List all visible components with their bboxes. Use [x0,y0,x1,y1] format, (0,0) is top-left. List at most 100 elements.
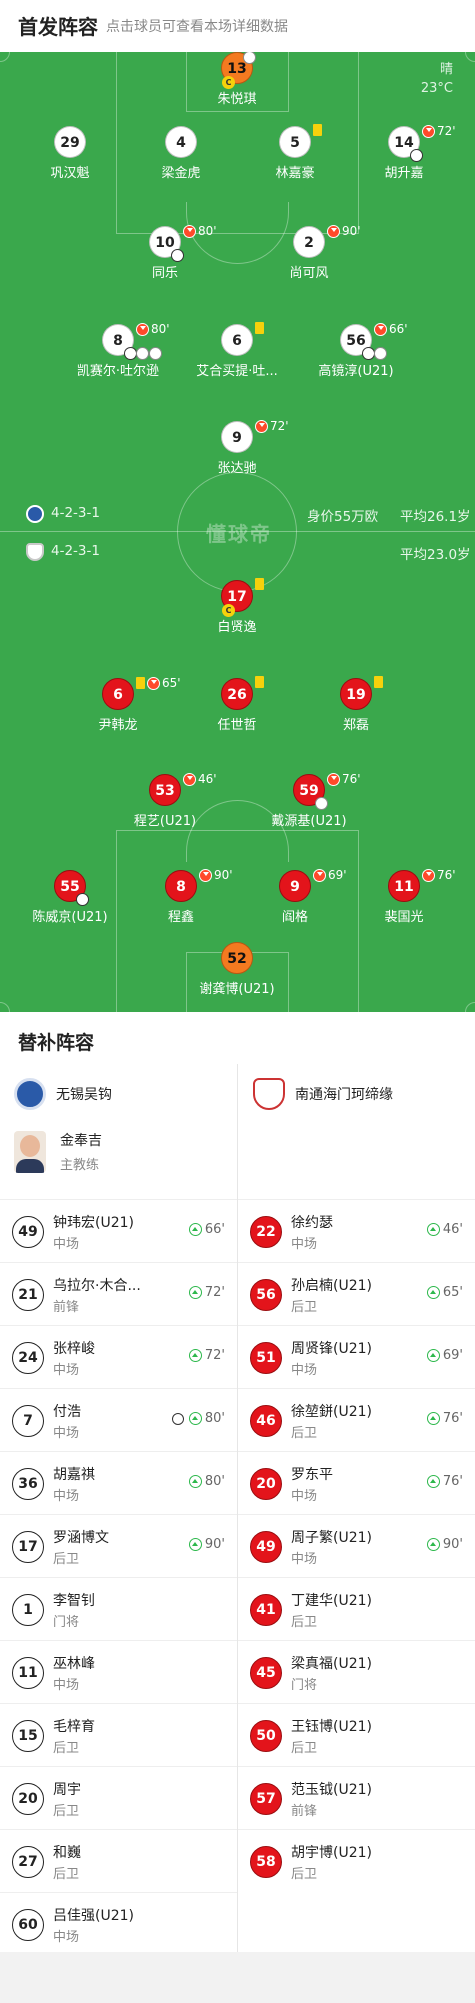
player-position: 后卫 [291,1615,318,1630]
player-away-rb[interactable]: 11 76' 裴国光 [344,868,464,925]
bench-player-row[interactable]: 15 毛梓育 后卫 [0,1703,237,1766]
player-position: 中场 [53,1489,80,1504]
bench-player-row[interactable]: 17 罗涵博文 后卫 90' [0,1514,237,1577]
bench-player-row[interactable]: 22 徐约瑟 中场 46' [238,1199,475,1262]
sub-in-info: 72' [188,1285,225,1300]
player-events: 66' [374,322,408,336]
player-away-cb1[interactable]: 8 90' 程鑫 [121,868,241,925]
player-name: 王钰博(U21) [291,1719,372,1735]
player-events: 90' [199,868,233,882]
player-events [313,124,322,136]
bench-player-row[interactable]: 49 周子繁(U21) 中场 90' [238,1514,475,1577]
player-home-cb1[interactable]: 4 梁金虎 [121,126,241,181]
bench-player-row[interactable]: 7 付浩 中场 80' [0,1388,237,1451]
sub-in-info: 76' [426,1411,463,1426]
bench-player-row[interactable]: 41 丁建华(U21) 后卫 [238,1577,475,1640]
bench-player-row[interactable]: 1 李智钊 门将 [0,1577,237,1640]
sub-minute: 72' [204,1348,225,1363]
assist-icon [315,797,328,810]
player-away-dm1[interactable]: 53 46' 程艺(U21) [105,772,225,829]
player-home-gk[interactable]: 13 C 朱悦琪 [177,52,297,107]
player-name: 阎格 [281,910,308,925]
home-coach[interactable]: 金奉吉 主教练 [14,1130,102,1173]
player-away-cb2[interactable]: 9 69' 阎格 [235,868,355,925]
bench-player-row[interactable]: 58 胡宇博(U21) 后卫 [238,1829,475,1892]
player-home-dm2[interactable]: 2 90' 尚可风 [249,224,369,281]
bench-player-row[interactable]: 24 张梓峻 中场 72' [0,1325,237,1388]
bench-player-row[interactable]: 46 徐堃鉼(U21) 后卫 76' [238,1388,475,1451]
player-events [255,578,264,590]
sub-in-icon [188,1538,202,1551]
sub-minute: 80' [198,224,217,238]
goal-ball-icon [171,1412,184,1425]
assist-icon [149,347,162,360]
bench-player-row[interactable]: 56 孙启楠(U21) 后卫 65' [238,1262,475,1325]
player-position: 门将 [53,1615,80,1630]
sub-in-info: 80' [188,1474,225,1489]
goal-ball-icon [171,249,184,262]
player-home-am2[interactable]: 6 艾合买提·吐... [177,322,297,379]
player-away-am1[interactable]: 6 65' 尹韩龙 [58,676,180,733]
player-away-gk[interactable]: 52 谢龚博(U21) [177,942,297,997]
player-home-dm1[interactable]: 10 80' 同乐 [105,224,225,281]
player-number: 8 [102,324,162,360]
bench-player-row[interactable]: 60 吕佳强(U21) 中场 [0,1892,237,1955]
player-name: 吕佳强(U21) [53,1908,134,1924]
player-position: 前锋 [53,1300,80,1315]
home-squad-value: 身价55万欧 [307,509,379,525]
player-home-am1[interactable]: 8 80' 凯赛尔·吐尔逊 [58,322,178,379]
player-away-st[interactable]: 17 C 白贤逸 [177,578,297,635]
sub-minute: 76' [342,772,361,786]
player-position: 中场 [291,1363,318,1378]
away-team[interactable]: 南通海门珂缔缘 [253,1078,393,1110]
corner-arc-tr [465,52,475,62]
player-away-am3[interactable]: 19 郑磊 [296,676,416,733]
yellow-card-icon [255,578,264,590]
bench-player-row[interactable]: 21 乌拉尔·木合... 前锋 72' [0,1262,237,1325]
coach-name: 金奉吉 [60,1133,102,1149]
player-number: 4 [165,126,197,158]
bench-player-row[interactable]: 49 钟玮宏(U21) 中场 66' [0,1199,237,1262]
bench-player-row[interactable]: 27 和巍 后卫 [0,1829,237,1892]
bench-player-row[interactable]: 51 周贤锋(U21) 中场 69' [238,1325,475,1388]
player-position: 后卫 [291,1300,318,1315]
player-number: 52 [221,942,253,974]
sub-in-info: 80' [171,1411,225,1426]
player-away-dm2[interactable]: 59 76' 戴源基(U21) [249,772,369,829]
bench-player-row[interactable]: 45 梁真福(U21) 门将 [238,1640,475,1703]
sub-minute: 80' [151,322,170,336]
sub-out-icon [255,419,268,433]
player-home-am3[interactable]: 56 66' 高镜淳(U21) [296,322,416,379]
bench-player-row[interactable]: 20 周宇 后卫 [0,1766,237,1829]
bench-section: 替补阵容 无锡吴钩 南通海门珂缔缘 金奉吉 主教练 49 钟玮宏(U21) 中场 66… [0,1012,475,1952]
sub-out-icon [327,772,340,786]
coach-avatar [14,1130,46,1173]
bench-player-row[interactable]: 57 范玉钺(U21) 前锋 [238,1766,475,1829]
player-away-am2[interactable]: 26 任世哲 [177,676,297,733]
bench-player-row[interactable]: 50 王钰博(U21) 后卫 [238,1703,475,1766]
player-home-st[interactable]: 9 72' 张达驰 [177,419,297,476]
player-number: 6 [102,678,134,710]
player-home-lb[interactable]: 29 巩汉魁 [10,126,130,181]
sub-out-icon [183,224,196,238]
player-away-lb[interactable]: 55 陈威京(U21) [10,870,130,925]
bench-player-row[interactable]: 11 巫林峰 中场 [0,1640,237,1703]
bench-player-row[interactable]: 20 罗东平 中场 76' [238,1451,475,1514]
player-home-cb2[interactable]: 5 林嘉豪 [235,124,355,181]
player-position: 中场 [53,1678,80,1693]
yellow-card-icon [136,677,145,689]
player-home-rb[interactable]: 14 72' 胡升嘉 [344,124,464,181]
player-number: 49 [250,1531,282,1563]
player-name: 徐约瑟 [291,1215,333,1231]
player-number: 1 [12,1594,44,1626]
player-name: 毛梓育 [53,1719,95,1735]
sub-out-icon [327,224,340,238]
player-name: 丁建华(U21) [291,1593,372,1609]
sub-out-icon [147,676,160,690]
bench-player-row[interactable]: 36 胡嘉祺 中场 80' [0,1451,237,1514]
player-number: 11 [388,870,420,902]
home-team[interactable]: 无锡吴钩 [14,1078,112,1110]
player-position: 前锋 [291,1804,318,1819]
player-position: 中场 [53,1426,80,1441]
assist-icon [136,347,149,360]
